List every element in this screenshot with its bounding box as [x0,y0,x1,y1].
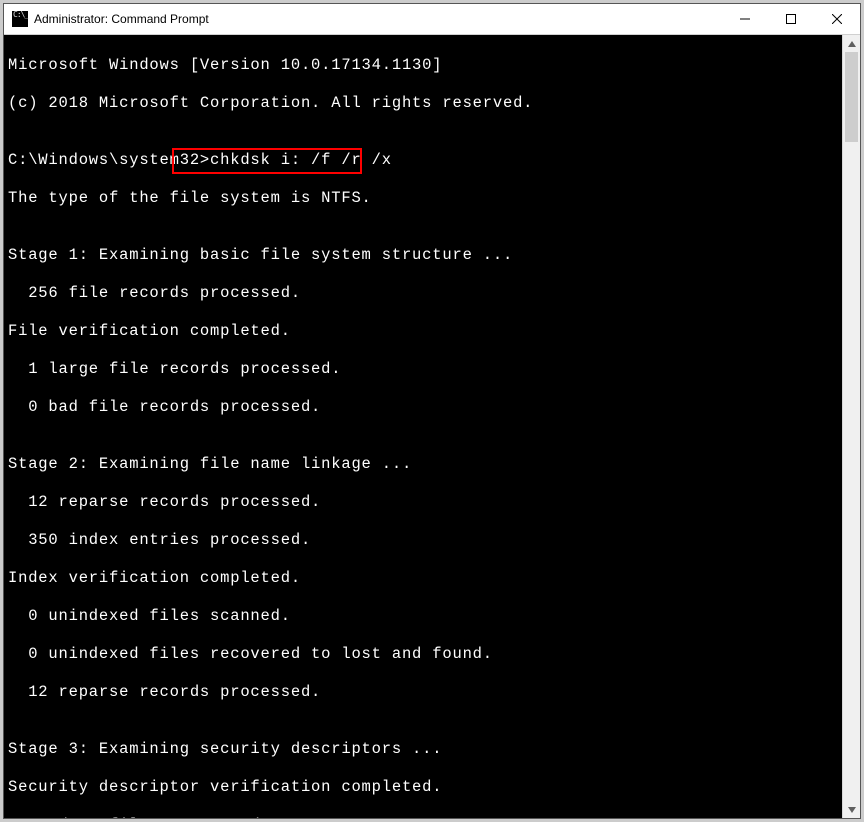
close-button[interactable] [814,4,860,34]
output-line: The type of the file system is NTFS. [8,189,842,208]
output-line: Stage 2: Examining file name linkage ... [8,455,842,474]
output-line: (c) 2018 Microsoft Corporation. All righ… [8,94,842,113]
prompt-command: chkdsk i: /f /r /x [210,151,392,169]
scroll-thumb[interactable] [845,52,858,142]
output-line: Stage 3: Examining security descriptors … [8,740,842,759]
output-line: 48 data files processed. [8,816,842,818]
prompt-line: C:\Windows\system32>chkdsk i: /f /r /x [8,151,842,170]
window-controls [722,4,860,34]
output-line: File verification completed. [8,322,842,341]
output-line: 350 index entries processed. [8,531,842,550]
terminal-output[interactable]: Microsoft Windows [Version 10.0.17134.11… [4,35,842,818]
output-line: 12 reparse records processed. [8,493,842,512]
maximize-button[interactable] [768,4,814,34]
minimize-button[interactable] [722,4,768,34]
cmd-icon [12,11,28,27]
scroll-down-button[interactable] [843,801,860,818]
output-line: Security descriptor verification complet… [8,778,842,797]
output-line: Stage 1: Examining basic file system str… [8,246,842,265]
titlebar[interactable]: Administrator: Command Prompt [4,4,860,35]
output-line: 0 unindexed files recovered to lost and … [8,645,842,664]
output-line: 0 bad file records processed. [8,398,842,417]
output-line: 256 file records processed. [8,284,842,303]
output-line: 0 unindexed files scanned. [8,607,842,626]
output-line: Index verification completed. [8,569,842,588]
vertical-scrollbar[interactable] [842,35,860,818]
output-line: 1 large file records processed. [8,360,842,379]
client-area: Microsoft Windows [Version 10.0.17134.11… [4,35,860,818]
scroll-track[interactable] [843,52,860,801]
window-title: Administrator: Command Prompt [34,12,722,26]
prompt-path: C:\Windows\system32> [8,151,210,169]
output-line: Microsoft Windows [Version 10.0.17134.11… [8,56,842,75]
output-line: 12 reparse records processed. [8,683,842,702]
scroll-up-button[interactable] [843,35,860,52]
command-prompt-window: Administrator: Command Prompt Microsoft … [3,3,861,819]
